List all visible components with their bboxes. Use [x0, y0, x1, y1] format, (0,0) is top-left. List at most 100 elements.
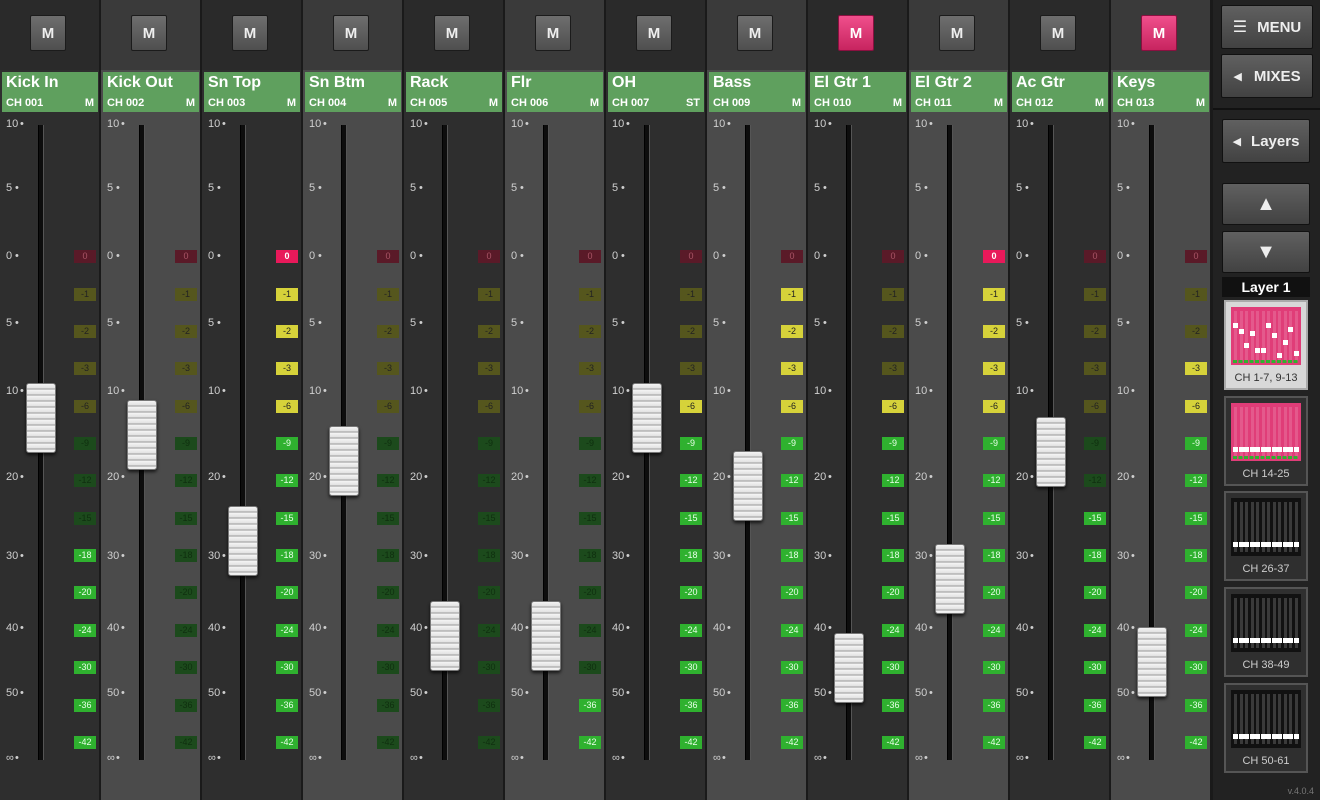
layer-button[interactable]: CH 38-49	[1224, 587, 1308, 677]
meter-segment: -3	[276, 362, 298, 375]
mute-button[interactable]: M	[232, 15, 268, 51]
mute-button[interactable]: M	[1141, 15, 1177, 51]
meter-segment: -20	[377, 586, 399, 599]
scale-tick: •	[621, 250, 625, 262]
fader-scale-label: ∞	[6, 752, 14, 764]
layer-button[interactable]: CH 26-37	[1224, 491, 1308, 581]
channel-name-box[interactable]: Rack CH 005 M	[406, 72, 502, 112]
scale-tick: •	[1126, 250, 1130, 262]
channel-mode: M	[185, 97, 195, 109]
fader-scale-label: 40	[107, 622, 120, 634]
scale-tick: •	[1030, 118, 1034, 130]
fader-knob[interactable]	[632, 382, 662, 453]
menu-button[interactable]: ☰ MENU	[1221, 5, 1313, 49]
channel-name-box[interactable]: El Gtr 2 CH 011 M	[911, 72, 1007, 112]
fader-knob[interactable]	[26, 382, 56, 453]
mute-button[interactable]: M	[434, 15, 470, 51]
fader-knob[interactable]	[834, 633, 864, 703]
fader-scale-label: 0	[612, 250, 619, 262]
scale-tick: •	[15, 317, 19, 329]
fader-scale-label: 50	[814, 687, 827, 699]
fader-knob[interactable]	[329, 425, 359, 496]
meter-segment: -20	[781, 586, 803, 599]
fader-scale-label: 20	[814, 471, 827, 483]
fader-scale-label: ∞	[107, 752, 115, 764]
fader-scale-label: 0	[713, 250, 720, 262]
meter-segment: -24	[276, 624, 298, 637]
meter-segment: -3	[680, 362, 702, 375]
layer-thumbnail	[1231, 690, 1301, 748]
scale-tick: •	[424, 385, 428, 397]
meter-segment: -36	[680, 699, 702, 712]
meter-segment: -36	[781, 699, 803, 712]
channel-name-box[interactable]: OH CH 007 ST	[608, 72, 704, 112]
layer-button[interactable]: CH 14-25	[1224, 396, 1308, 486]
scale-tick: •	[722, 250, 726, 262]
channel-mode: M	[1195, 97, 1205, 109]
scale-tick: •	[1131, 118, 1135, 130]
mute-button[interactable]: M	[30, 15, 66, 51]
meter-segment: -2	[781, 325, 803, 338]
fader-knob[interactable]	[127, 400, 157, 470]
meter-segment: -12	[377, 474, 399, 487]
meter-segment: -1	[276, 288, 298, 301]
layers-button[interactable]: ◀ Layers	[1222, 119, 1310, 163]
layer-up-button[interactable]: ▲	[1222, 183, 1310, 225]
mute-button[interactable]: M	[333, 15, 369, 51]
fader-scale-label: 0	[511, 250, 518, 262]
channel-strip: M Kick In CH 001 M 10 • 5 • 0 • 5 • 10 • 20 • 30 • 40 • 50…	[0, 0, 99, 800]
meter-segment: -18	[478, 549, 500, 562]
channel-name-box[interactable]: Keys CH 013 M	[1113, 72, 1209, 112]
mute-button[interactable]: M	[131, 15, 167, 51]
fader-scale-label: ∞	[511, 752, 519, 764]
channel-name-box[interactable]: El Gtr 1 CH 010 M	[810, 72, 906, 112]
channel-name-box[interactable]: Kick In CH 001 M	[2, 72, 98, 112]
meter-segment: -30	[882, 661, 904, 674]
fader-knob[interactable]	[733, 450, 763, 521]
fader-scale-label: 40	[208, 622, 221, 634]
meter-segment: 0	[74, 250, 96, 263]
channel-name-box[interactable]: Bass CH 009 M	[709, 72, 805, 112]
mute-button[interactable]: M	[636, 15, 672, 51]
fader-scale-label: ∞	[915, 752, 923, 764]
meter-segment: -12	[781, 474, 803, 487]
fader-knob[interactable]	[228, 506, 258, 577]
meter-segment: 0	[1084, 250, 1106, 263]
meter-segment: -30	[377, 661, 399, 674]
meter-segment: -20	[579, 586, 601, 599]
fader-knob[interactable]	[1036, 417, 1066, 488]
channel-strip: M Ac Gtr CH 012 M 10 • 5 • 0 • 5 • 10 • 20 • 30 • 40 • 50 •…	[1010, 0, 1109, 800]
channel-strip: M El Gtr 1 CH 010 M 10 • 5 • 0 • 5 • 10 • 20 • 30 • 40 • 5…	[808, 0, 907, 800]
fader-scale-label: 10	[208, 385, 221, 397]
layer-button[interactable]: CH 50-61	[1224, 683, 1308, 773]
mute-button[interactable]: M	[737, 15, 773, 51]
layer-button[interactable]: CH 1-7, 9-13	[1224, 300, 1308, 390]
meter-segment: -15	[1185, 512, 1207, 525]
channel-name-box[interactable]: Ac Gtr CH 012 M	[1012, 72, 1108, 112]
mixes-label: MIXES	[1253, 67, 1301, 85]
fader-knob[interactable]	[430, 600, 460, 671]
mute-button[interactable]: M	[535, 15, 571, 51]
scale-tick: •	[828, 118, 832, 130]
channel-strip: M Sn Top CH 003 M 10 • 5 • 0 • 5 • 10 • 20 • 30 • 40 • 50 •…	[202, 0, 301, 800]
mixes-button[interactable]: ◀ MIXES	[1221, 54, 1313, 98]
channel-name-box[interactable]: Flr CH 006 M	[507, 72, 603, 112]
meter-segment: -24	[478, 624, 500, 637]
fader-knob[interactable]	[531, 600, 561, 671]
mute-button[interactable]: M	[838, 15, 874, 51]
mute-button[interactable]: M	[939, 15, 975, 51]
scale-tick: •	[525, 471, 529, 483]
scale-tick: •	[828, 385, 832, 397]
channel-name-box[interactable]: Sn Btm CH 004 M	[305, 72, 401, 112]
mute-button[interactable]: M	[1040, 15, 1076, 51]
fader-knob[interactable]	[935, 543, 965, 614]
scale-tick: •	[626, 622, 630, 634]
meter-segment: -2	[680, 325, 702, 338]
meter-segment: -24	[579, 624, 601, 637]
meter-segment: 0	[377, 250, 399, 263]
layer-down-button[interactable]: ▼	[1222, 231, 1310, 273]
channel-name-box[interactable]: Sn Top CH 003 M	[204, 72, 300, 112]
scale-tick: •	[323, 550, 327, 562]
channel-name-box[interactable]: Kick Out CH 002 M	[103, 72, 199, 112]
fader-knob[interactable]	[1137, 626, 1167, 697]
